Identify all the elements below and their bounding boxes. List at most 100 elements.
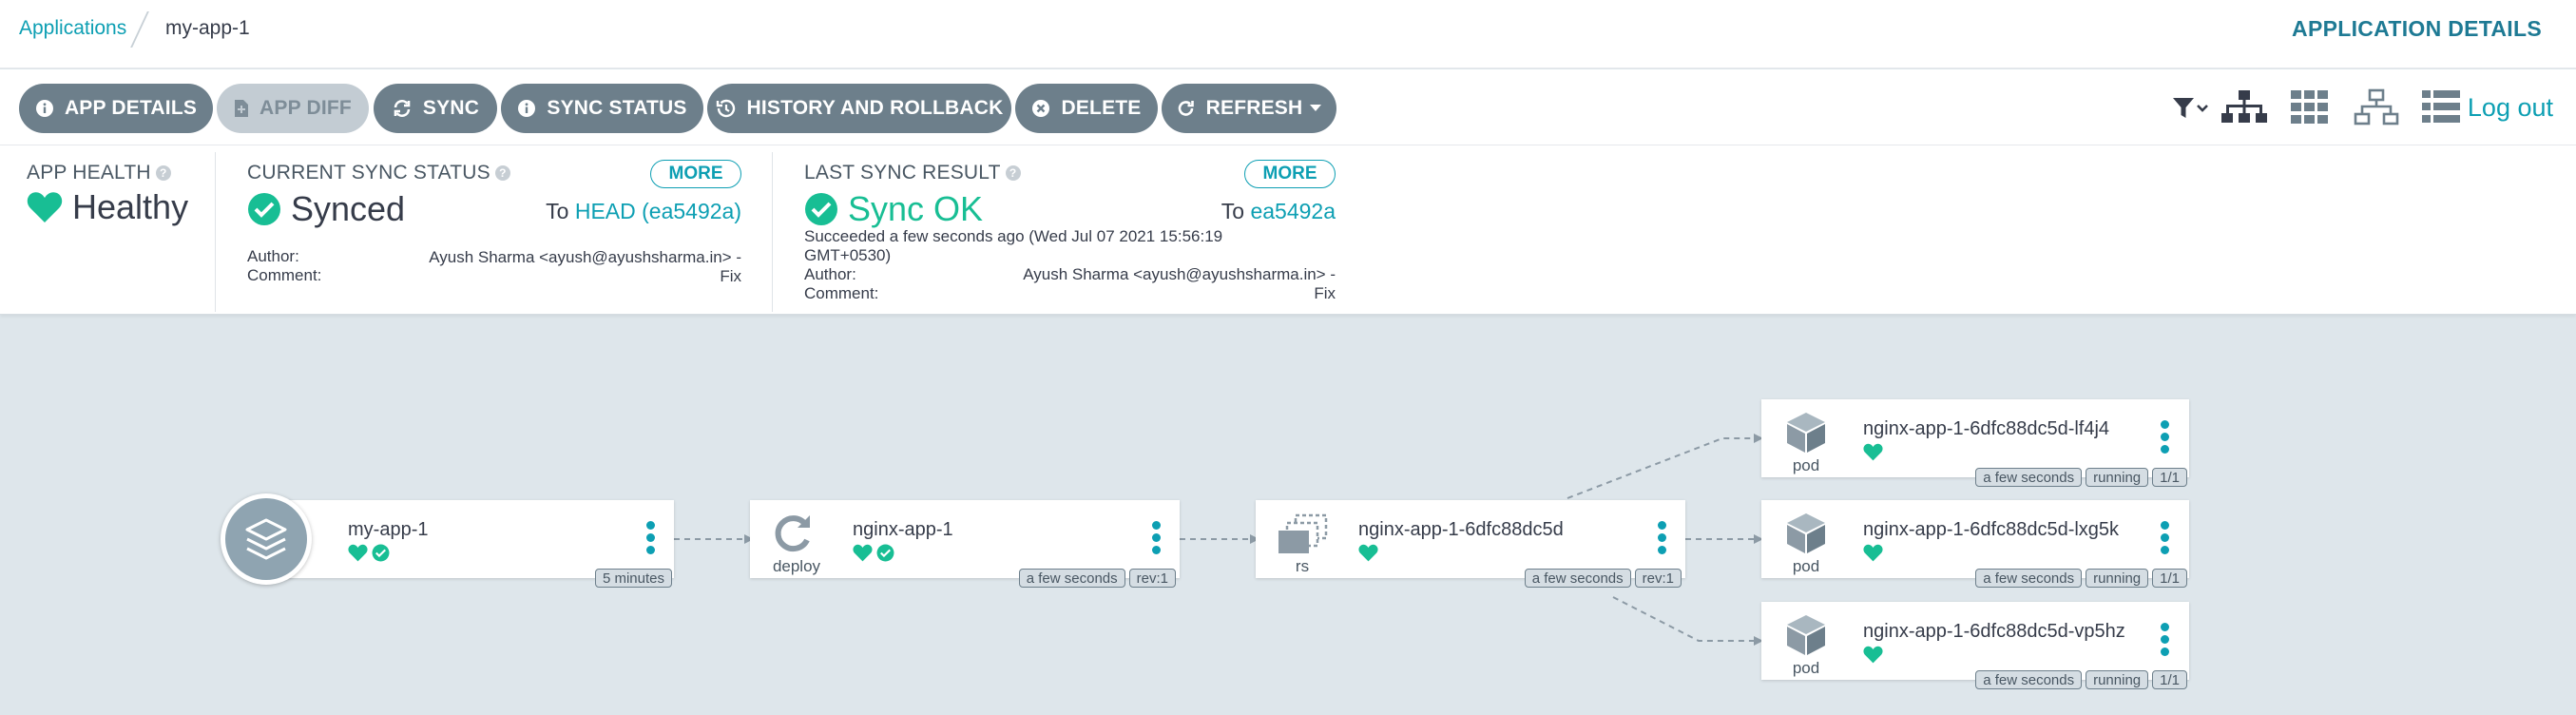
author-label: Author: [804, 265, 856, 283]
node-deployment-tags: a few seconds rev:1 [1018, 569, 1176, 588]
list-view-icon[interactable] [2422, 90, 2460, 129]
app-health-title-text: APP HEALTH [27, 162, 151, 184]
age-tag: a few seconds [1975, 670, 2083, 689]
node-deployment-kind: deploy [772, 557, 821, 575]
sync-icon [392, 99, 413, 118]
phase-tag: running [2086, 670, 2149, 689]
node-replicaset-kind: rs [1295, 557, 1310, 575]
app-diff-button[interactable]: APP DIFF [217, 84, 369, 133]
last-sync-title: LAST SYNC RESULT? [804, 162, 1021, 184]
help-icon[interactable]: ? [155, 165, 171, 181]
sync-status-label: SYNC STATUS [547, 97, 687, 119]
revision-tag: rev:1 [1634, 569, 1682, 588]
node-application-name: my-app-1 [348, 519, 429, 540]
resource-tree-graph: my-app-1 5 minutes deploy nginx-app-1 a … [0, 316, 2576, 715]
check-circle-icon [804, 192, 838, 226]
caret-down-icon [1310, 105, 1322, 112]
current-sync-revision-link[interactable]: HEAD (ea5492a) [575, 199, 741, 223]
sync-button[interactable]: SYNC [374, 84, 497, 133]
node-pod[interactable]: pod nginx-app-1-6dfc88dc5d-lf4j4 a few s… [1761, 399, 2189, 487]
node-replicaset-menu-icon[interactable] [1658, 521, 1667, 558]
node-pod[interactable]: pod nginx-app-1-6dfc88dc5d-vp5hz a few s… [1761, 602, 2189, 689]
status-divider [772, 152, 773, 312]
app-health-status-text: Healthy [72, 187, 189, 226]
node-deployment-menu-icon[interactable] [1152, 521, 1162, 558]
last-sync-status: Sync OK [804, 189, 983, 229]
tree-view-icon[interactable] [2220, 88, 2268, 131]
logout-link[interactable]: Log out [2468, 93, 2553, 123]
node-replicaset[interactable]: rs nginx-app-1-6dfc88dc5d a few seconds … [1256, 500, 1685, 588]
current-sync-target: To HEAD (ea5492a) [546, 199, 741, 224]
node-application-menu-icon[interactable] [646, 521, 656, 558]
current-sync-status-text: Synced [291, 189, 406, 228]
node-pod-menu-icon[interactable] [2161, 521, 2170, 558]
toolbar: APP DETAILS APP DIFF SYNC SYNC STATUS HI… [0, 69, 2576, 145]
last-sync-succeeded-line1: Succeeded a few seconds ago (Wed Jul 07 … [804, 227, 1223, 245]
node-pod-name: nginx-app-1-6dfc88dc5d-vp5hz [1863, 621, 2125, 642]
breadcrumb-applications-link[interactable]: Applications [19, 17, 126, 40]
author-label: Author: [247, 247, 299, 265]
comment-label: Comment: [247, 266, 322, 284]
last-sync-revision-link[interactable]: ea5492a [1250, 199, 1336, 223]
sync-status-button[interactable]: SYNC STATUS [501, 84, 703, 133]
last-sync-title-text: LAST SYNC RESULT [804, 162, 1001, 184]
app-details-label: APP DETAILS [64, 97, 198, 119]
node-pod-kind: pod [1792, 659, 1820, 677]
node-pod[interactable]: pod nginx-app-1-6dfc88dc5d-lxg5k a few s… [1761, 500, 2189, 588]
help-icon[interactable]: ? [494, 165, 510, 181]
heart-icon [1863, 544, 1883, 567]
refresh-label: REFRESH [1205, 97, 1303, 119]
last-sync-more-button[interactable]: MORE [1244, 160, 1336, 188]
current-sync-title: CURRENT SYNC STATUS? [247, 162, 510, 184]
sync-label: SYNC [422, 97, 480, 119]
pod-cube-icon [1784, 613, 1828, 662]
age-tag: 5 minutes [594, 569, 672, 588]
filter-dropdown-icon[interactable] [2171, 95, 2211, 126]
author-value: Ayush Sharma <ayush@ayushsharma.in> - [1023, 265, 1336, 283]
node-pod-menu-icon[interactable] [2161, 623, 2170, 660]
current-sync-more-button[interactable]: MORE [650, 160, 741, 188]
history-and-rollback-button[interactable]: HISTORY AND ROLLBACK [707, 84, 1011, 133]
age-tag: a few seconds [1018, 569, 1125, 588]
node-deployment[interactable]: deploy nginx-app-1 a few seconds rev:1 [750, 500, 1180, 588]
phase-tag: running [2086, 569, 2149, 588]
delete-circle-icon [1031, 99, 1050, 118]
node-pod-status [1863, 646, 1883, 668]
node-pod-tags: a few seconds running 1/1 [1975, 670, 2187, 689]
node-pod-status [1863, 544, 1883, 567]
pod-cube-icon [1784, 512, 1828, 560]
top-bar: Applications my-app-1 APPLICATION DETAIL… [0, 0, 2576, 68]
status-divider [215, 152, 216, 312]
check-circle-icon [247, 192, 281, 226]
refresh-button[interactable]: REFRESH [1162, 84, 1336, 133]
last-sync-to-label: To [1221, 199, 1245, 223]
deploy-icon [771, 512, 818, 560]
network-view-icon[interactable] [2354, 88, 2399, 131]
ready-tag: 1/1 [2152, 670, 2187, 689]
pods-grid-view-icon[interactable] [2291, 90, 2329, 129]
current-sync-title-text: CURRENT SYNC STATUS [247, 162, 490, 184]
node-application-tags: 5 minutes [594, 569, 672, 588]
application-icon [221, 493, 312, 585]
app-details-button[interactable]: APP DETAILS [19, 84, 213, 133]
app-health-status: Healthy [27, 187, 188, 227]
node-pod-menu-icon[interactable] [2161, 420, 2170, 457]
info-icon [517, 99, 536, 118]
help-icon[interactable]: ? [1005, 165, 1021, 181]
current-sync-to-label: To [546, 199, 569, 223]
file-diff-icon [234, 99, 249, 118]
node-replicaset-status [1358, 544, 1378, 567]
breadcrumb-separator [130, 11, 149, 48]
node-pod-kind: pod [1792, 557, 1820, 575]
heart-icon [853, 544, 873, 567]
node-replicaset-name: nginx-app-1-6dfc88dc5d [1358, 519, 1564, 540]
node-application[interactable]: my-app-1 5 minutes [266, 500, 674, 588]
heart-icon [27, 191, 63, 223]
page-title: APPLICATION DETAILS [2292, 16, 2542, 41]
edge-rs-to-pod-1 [1567, 437, 1754, 499]
node-pod-name: nginx-app-1-6dfc88dc5d-lxg5k [1863, 519, 2120, 540]
delete-button[interactable]: DELETE [1015, 84, 1158, 133]
pod-cube-icon [1784, 411, 1828, 459]
app-health-title: APP HEALTH? [27, 162, 171, 184]
replicaset-icon [1275, 513, 1330, 560]
